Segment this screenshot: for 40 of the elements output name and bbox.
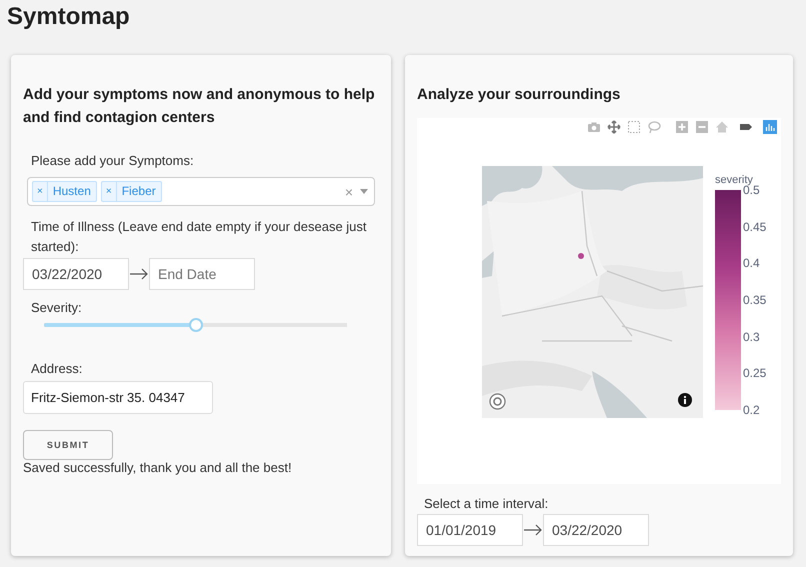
tag-label: Husten xyxy=(52,183,92,200)
section-heading: Analyze your sourroundings xyxy=(417,85,620,105)
start-date-field[interactable]: 03/22/2020 xyxy=(23,258,129,290)
map-marker xyxy=(578,253,584,259)
tick-label: 0.5 xyxy=(743,184,760,196)
info-icon[interactable] xyxy=(678,393,692,407)
app-title: Symtomap xyxy=(7,2,130,31)
tick-label: 0.25 xyxy=(743,367,766,380)
arrow-icon xyxy=(523,524,543,536)
field-label: Address: xyxy=(31,360,82,378)
tick-label: 0.35 xyxy=(743,294,766,306)
colorbar-title: severity xyxy=(715,174,753,186)
field-label: Please add your Symptoms: xyxy=(31,152,194,170)
tick-label: 0.2 xyxy=(743,404,760,416)
submit-button[interactable]: SUBMIT xyxy=(23,430,113,460)
box-select-icon[interactable] xyxy=(627,120,641,134)
zoom-out-icon[interactable] xyxy=(695,120,709,134)
field-label: Severity: xyxy=(31,299,82,317)
move-icon[interactable] xyxy=(607,120,621,134)
field-label: Select a time interval: xyxy=(424,495,548,513)
logo-icon xyxy=(489,393,506,410)
end-date-field[interactable]: End Date xyxy=(149,258,255,290)
tick-label: 0.45 xyxy=(743,220,766,233)
lasso-icon[interactable] xyxy=(647,120,661,134)
tick-label: 0.3 xyxy=(743,330,760,343)
slider-handle[interactable] xyxy=(188,318,202,332)
zoom-in-icon[interactable] xyxy=(675,120,689,134)
end-date-field[interactable]: 03/22/2020 xyxy=(543,514,649,546)
camera-icon[interactable] xyxy=(587,120,601,134)
tag-label: Fieber xyxy=(120,183,157,200)
caret-icon[interactable] xyxy=(360,189,368,194)
field-label: Time of Illness (Leave end date empty if your desease just started): xyxy=(31,218,368,256)
address-field[interactable]: Fritz-Siemon-str 35. 04347 xyxy=(23,381,213,414)
success-message: Saved successfully, thank you and all the best! xyxy=(23,460,292,476)
start-date-field[interactable]: 01/01/2019 xyxy=(417,514,523,546)
bar-chart-icon[interactable] xyxy=(763,120,777,134)
tick-label: 0.4 xyxy=(743,257,760,270)
home-icon[interactable] xyxy=(715,120,729,134)
form-heading: Add your symptoms now and anonymous to help and find contagion centers xyxy=(23,85,376,128)
arrow-icon xyxy=(129,268,149,280)
